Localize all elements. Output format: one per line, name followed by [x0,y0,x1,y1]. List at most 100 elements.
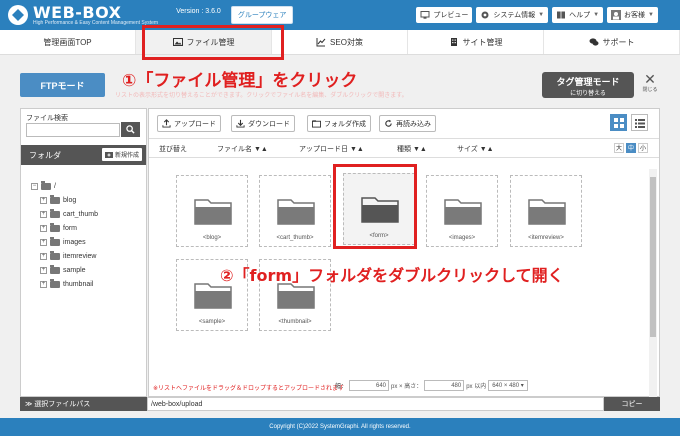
folder-header: フォルダ 新規作成 [21,145,146,165]
size-large-button[interactable]: 大 [614,143,624,153]
preview-button[interactable]: プレビュー [416,7,473,23]
width-input[interactable]: 640 [349,380,390,391]
expand-icon[interactable]: + [40,210,47,218]
nav-item-site-manager[interactable]: サイト管理 [408,30,544,54]
sort-filename[interactable]: ファイル名 ▼▲ [217,144,268,154]
logo[interactable]: WEB-BOX High Performance & Easy Content … [8,4,158,26]
sort-size[interactable]: サイズ ▼▲ [457,144,494,154]
expand-icon[interactable]: + [40,224,47,232]
nav-label: サポート [602,37,635,47]
expand-icon[interactable]: + [40,280,47,288]
folder-icon [50,236,60,246]
folder-icon [194,199,232,225]
search-button[interactable] [121,122,140,137]
nav-item-seo[interactable]: SEO対策 [272,30,408,54]
folder-icon [50,194,60,204]
list-icon [634,118,645,128]
building-icon [450,38,457,46]
tree-item-label: itemreview [63,252,97,260]
tree-item-label: blog [63,196,77,204]
unit-label: px 以内 [466,384,487,390]
create-folder-label: フォルダ作成 [324,120,366,128]
collapse-icon[interactable]: − [31,182,38,190]
highlight-file-manager [142,25,284,60]
folder-tree: − / + blog + cart_thumb + form + images … [31,179,98,291]
file-tile-blog[interactable]: <blog> [176,175,248,247]
upload-icon [162,119,171,128]
annotation-step2: ②「form」フォルダをダブルクリックして開く [220,266,564,285]
tree-item-itemreview[interactable]: + itemreview [31,249,98,263]
upload-button[interactable]: アップロード [157,115,221,132]
size-preset-value: 640 × 480 [492,383,520,389]
expand-icon[interactable]: + [40,238,47,246]
size-medium-button[interactable]: 中 [626,143,636,153]
file-tile-images[interactable]: <images> [426,175,498,247]
sort-kind[interactable]: 種類 ▼▲ [397,144,427,154]
help-button[interactable]: ヘルプ ▼ [552,7,604,23]
selected-path-field[interactable]: /web-box/upload [147,397,604,411]
nav-item-admin-top[interactable]: 管理画面TOP [0,30,136,54]
folder-icon [50,208,60,218]
expand-icon[interactable]: + [40,252,47,260]
file-tile-cart-thumb[interactable]: <cart_thumb> [259,175,331,247]
sort-bar: 並び替え ファイル名 ▼▲ アップロード日 ▼▲ 種類 ▼▲ サイズ ▼▲ 大 … [149,140,659,158]
reload-label: 再読み込み [396,120,431,128]
tree-item-label: images [63,238,86,246]
tree-item-blog[interactable]: + blog [31,193,98,207]
tree-item-label: thumbnail [63,280,94,288]
height-input[interactable]: 480 [424,380,465,391]
sort-date[interactable]: アップロード日 ▼▲ [299,144,364,154]
folder-panel: ファイル検索 フォルダ 新規作成 − / + blog + cart_thumb… [20,108,147,397]
user-menu-button[interactable]: お客様 ▼ [607,7,658,23]
chevron-down-icon: ▼ [593,12,600,18]
create-folder-button[interactable]: フォルダ作成 [307,115,371,132]
copy-button[interactable]: コピー [604,397,660,411]
top-header: WEB-BOX High Performance & Easy Content … [0,0,680,30]
grid-view-button[interactable] [610,114,627,131]
size-preset-select[interactable]: 640 × 480 ▾ [488,380,528,391]
file-name: <blog> [202,235,222,241]
tree-item-cart-thumb[interactable]: + cart_thumb [31,207,98,221]
nav-item-support[interactable]: サポート [544,30,680,54]
file-toolbar: アップロード ダウンロード フォルダ作成 再読み込み [149,109,659,139]
download-button[interactable]: ダウンロード [231,115,295,132]
selected-path-label: ≫ 選択ファイルパス [20,397,147,411]
user-icon [611,10,622,20]
folder-icon [528,199,566,225]
system-info-button[interactable]: システム情報 ▼ [476,7,549,23]
tree-root[interactable]: − / [31,179,98,193]
ftp-mode-button[interactable]: FTPモード [20,73,105,97]
file-search-input[interactable] [26,123,120,137]
chart-icon [316,38,326,47]
new-folder-button[interactable]: 新規作成 [101,148,142,161]
expand-icon[interactable]: + [40,266,47,274]
main-nav: 管理画面TOP ファイル管理 SEO対策 サイト管理 サポート [0,30,680,55]
list-view-button[interactable] [631,114,648,131]
tree-item-sample[interactable]: + sample [31,263,98,277]
tag-mode-sublabel: に切り替える [570,91,606,97]
size-small-button[interactable]: 小 [638,143,648,153]
tag-mode-button[interactable]: タグ管理モード に切り替える [542,72,634,98]
height-label: px × 高さ： [391,384,423,390]
expand-icon[interactable]: + [40,196,47,204]
tree-item-images[interactable]: + images [31,235,98,249]
tree-item-form[interactable]: + form [31,221,98,235]
file-name: <sample> [198,319,226,325]
reload-button[interactable]: 再読み込み [379,115,436,132]
groupware-button[interactable]: グループウェア [230,6,294,24]
chat-icon [589,38,598,46]
close-button[interactable]: ✕ 閉じる [640,72,660,93]
folder-icon [312,120,321,128]
folder-icon [50,264,60,274]
sort-label: 並び替え [159,146,187,153]
footer: Copyright (C)2022 SystemGraphi. All righ… [0,418,680,436]
file-tile-itemreview[interactable]: <itemreview> [510,175,582,247]
folder-plus-icon [104,152,113,158]
refresh-icon [385,119,392,127]
download-label: ダウンロード [248,120,290,128]
scrollbar-thumb[interactable] [650,177,656,337]
scrollbar[interactable] [649,169,657,397]
tree-item-thumbnail[interactable]: + thumbnail [31,277,98,291]
ftp-note: リストの表示形式を切り替えることができます。クリックでファイル名を編集、ダブルク… [115,93,408,99]
file-name: <images> [448,235,476,241]
